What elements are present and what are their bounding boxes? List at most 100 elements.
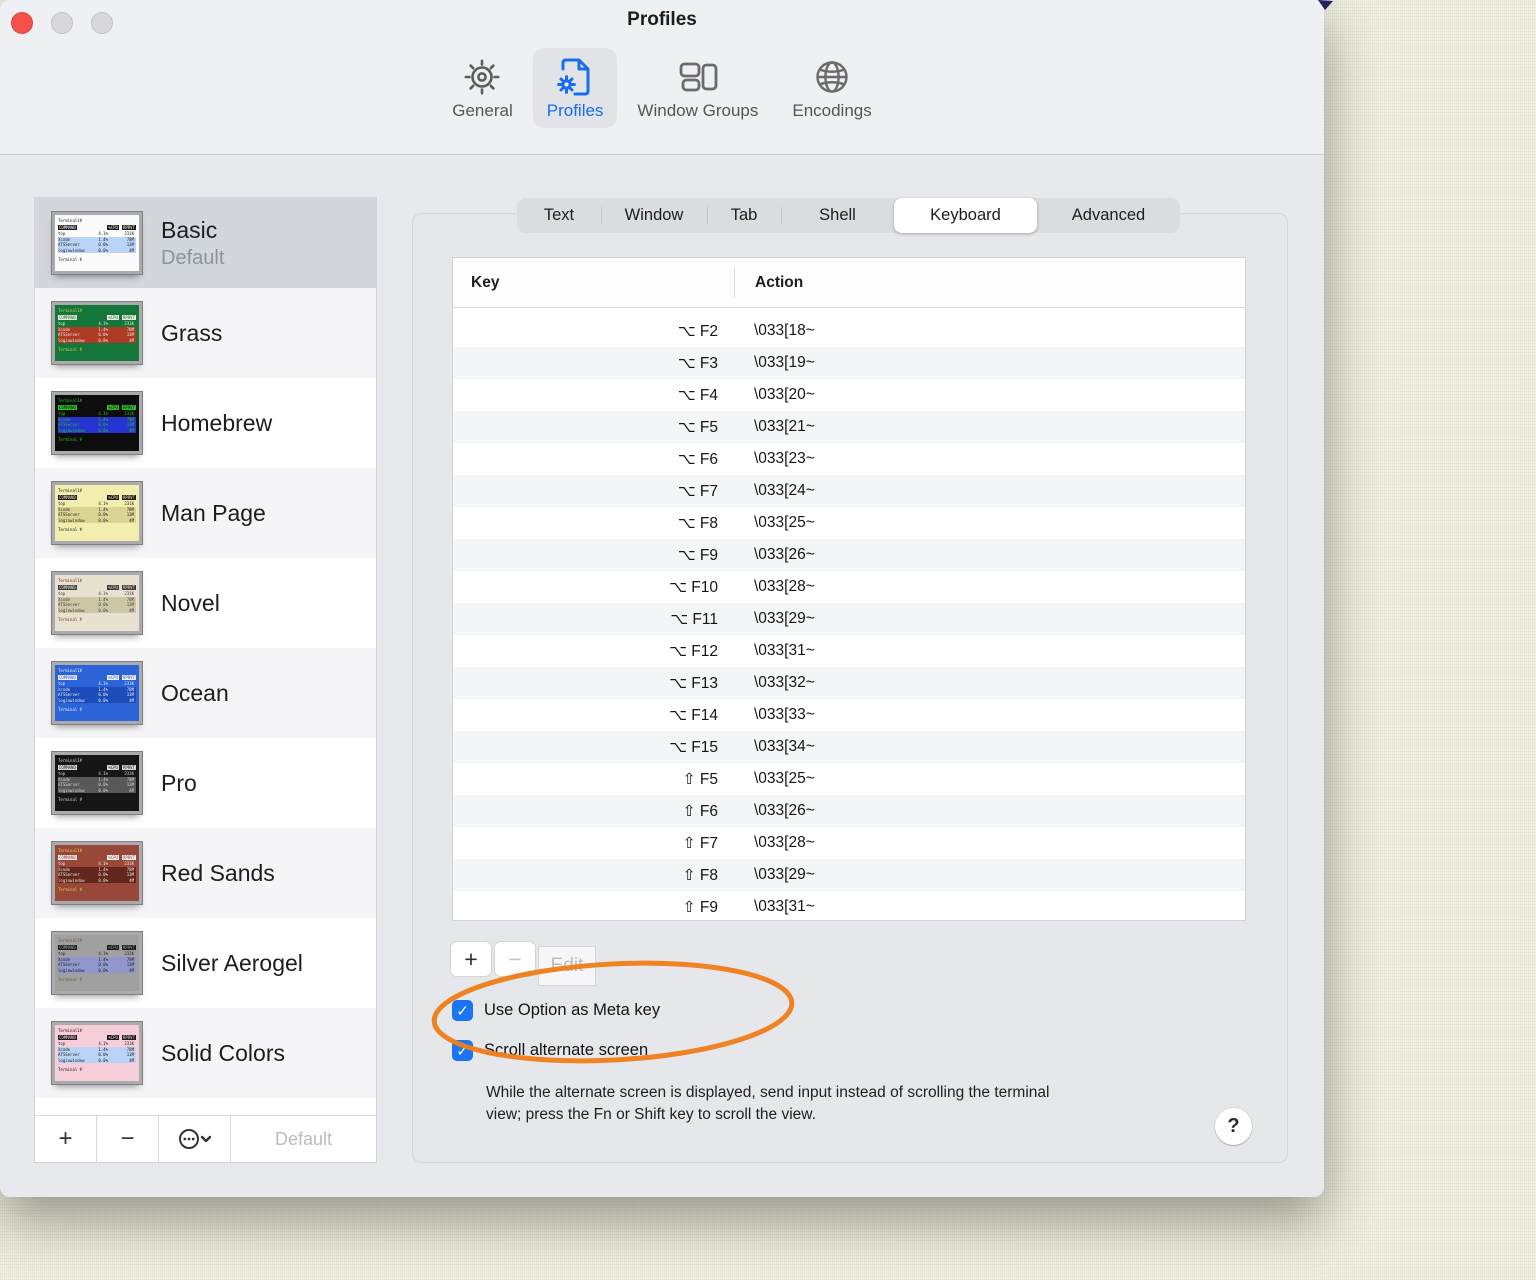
profile-row-basic[interactable]: Terminal1# COMMAND %CPU RPRVT top 4.1% 231K Xco…	[35, 198, 376, 288]
key-table-row[interactable]: ⌥ F14 \033[33~	[453, 699, 1245, 731]
key-table-row[interactable]: ⌥ F7 \033[24~	[453, 475, 1245, 507]
toolbar-item-window-groups[interactable]: Window Groups	[623, 48, 772, 128]
action-cell: \033[26~	[754, 546, 815, 563]
profile-row-red-sands[interactable]: Terminal1# COMMAND %CPU RPRVT top 4.1% 231K Xco…	[35, 828, 376, 918]
key-table-row[interactable]: ⌥ F8 \033[25~	[453, 507, 1245, 539]
key-cell: ⌥ F8	[677, 514, 718, 532]
key-cell: ⇧ F9	[682, 898, 718, 916]
key-cell: ⌥ F10	[669, 578, 718, 596]
profile-name: Solid Colors	[161, 1039, 285, 1066]
key-cell: ⌥ F5	[677, 418, 718, 436]
action-cell: \033[21~	[754, 418, 815, 435]
action-cell: \033[24~	[754, 482, 815, 499]
default-button[interactable]: Default	[231, 1116, 376, 1162]
titlebar-toolbar: Profiles General Profiles Window Groups …	[0, 0, 1324, 155]
tab-window[interactable]: Window	[601, 198, 707, 233]
action-cell: \033[25~	[754, 514, 815, 531]
toolbar-item-profiles[interactable]: Profiles	[532, 48, 618, 128]
action-cell: \033[29~	[754, 866, 815, 883]
profile-row-silver-aerogel[interactable]: Terminal1# COMMAND %CPU RPRVT top 4.1% 231K Xco…	[35, 918, 376, 1008]
profile-row-ocean[interactable]: Terminal1# COMMAND %CPU RPRVT top 4.1% 231K Xco…	[35, 648, 376, 738]
key-table-row[interactable]: ⇧ F8 \033[29~	[453, 859, 1245, 891]
profile-row-solid-colors[interactable]: Terminal1# COMMAND %CPU RPRVT top 4.1% 231K Xco…	[35, 1008, 376, 1098]
key-table-row[interactable]: ⌥ F3 \033[19~	[453, 347, 1245, 379]
toolbar: General Profiles Window Groups Encodings	[0, 48, 1324, 128]
toolbar-label-window-groups: Window Groups	[637, 101, 759, 120]
key-cell: ⌥ F7	[677, 482, 718, 500]
action-cell: \033[23~	[754, 450, 815, 467]
profile-thumbnail: Terminal1# COMMAND %CPU RPRVT top 4.1% 231K Xco…	[51, 841, 143, 905]
key-table-row[interactable]: ⌥ F12 \033[31~	[453, 635, 1245, 667]
key-table-row[interactable]: ⇧ F9 \033[31~	[453, 891, 1245, 920]
action-cell: \033[25~	[754, 770, 815, 787]
tab-bar: Text Window Tab Shell Keyboard Advanced	[517, 198, 1180, 233]
table-body: ⌥ F2 \033[18~ ⌥ F3 \033[19~ ⌥ F4 \033[20~ ⌥ F5…	[453, 308, 1245, 920]
key-table-row[interactable]: ⌥ F2 \033[18~	[453, 315, 1245, 347]
tab-text[interactable]: Text	[517, 198, 601, 233]
action-cell: \033[32~	[754, 674, 815, 691]
tab-keyboard[interactable]: Keyboard	[894, 198, 1037, 233]
window-title: Profiles	[627, 9, 697, 30]
scroll-alternate-screen-row: ✓ Scroll alternate screen	[452, 1040, 648, 1061]
add-key-button[interactable]: +	[450, 941, 492, 977]
profile-name: Red Sands	[161, 859, 275, 886]
sidebar-actions: + − Default	[35, 1115, 376, 1162]
more-options-button[interactable]	[159, 1116, 231, 1162]
profile-row-novel[interactable]: Terminal1# COMMAND %CPU RPRVT top 4.1% 231K Xco…	[35, 558, 376, 648]
key-table-row[interactable]: ⌥ F6 \033[23~	[453, 443, 1245, 475]
use-option-as-meta-checkbox[interactable]: ✓	[452, 1000, 473, 1021]
profile-subtitle: Default	[161, 246, 225, 269]
key-table-row[interactable]: ⌥ F10 \033[28~	[453, 571, 1245, 603]
profile-name: Grass	[161, 319, 223, 346]
key-table-row[interactable]: ⇧ F6 \033[26~	[453, 795, 1245, 827]
column-header-key[interactable]: Key	[453, 274, 734, 292]
remove-profile-button[interactable]: −	[97, 1116, 159, 1162]
profile-thumbnail: Terminal1# COMMAND %CPU RPRVT top 4.1% 231K Xco…	[51, 391, 143, 455]
key-cell: ⌥ F9	[677, 546, 718, 564]
toolbar-item-encodings[interactable]: Encodings	[778, 48, 885, 128]
toolbar-item-general[interactable]: General	[438, 48, 526, 128]
profile-row-pro[interactable]: Terminal1# COMMAND %CPU RPRVT top 4.1% 231K Xco…	[35, 738, 376, 828]
action-cell: \033[19~	[754, 354, 815, 371]
profile-row-homebrew[interactable]: Terminal1# COMMAND %CPU RPRVT top 4.1% 231K Xco…	[35, 378, 376, 468]
profile-row-man-page[interactable]: Terminal1# COMMAND %CPU RPRVT top 4.1% 231K Xco…	[35, 468, 376, 558]
tab-tab[interactable]: Tab	[707, 198, 781, 233]
profile-thumbnail: Terminal1# COMMAND %CPU RPRVT top 4.1% 231K Xco…	[51, 661, 143, 725]
key-table-row[interactable]: ⌥ F4 \033[20~	[453, 379, 1245, 411]
scroll-alternate-screen-checkbox[interactable]: ✓	[452, 1040, 473, 1061]
key-mapping-table: Key Action ⌥ F2 \033[18~ ⌥ F3 \033[19~ ⌥ F4 \…	[452, 257, 1246, 921]
key-cell: ⌥ F11	[670, 610, 718, 628]
profiles-document-gear-icon	[554, 56, 596, 98]
tab-advanced[interactable]: Advanced	[1037, 198, 1180, 233]
key-table-row[interactable]: ⇧ F7 \033[28~	[453, 827, 1245, 859]
preferences-window: Profiles General Profiles Window Groups …	[0, 0, 1324, 1197]
key-table-row[interactable]: ⌥ F5 \033[21~	[453, 411, 1245, 443]
column-header-action[interactable]: Action	[735, 274, 803, 292]
key-table-row[interactable]: ⌥ F13 \033[32~	[453, 667, 1245, 699]
gear-icon	[461, 56, 503, 98]
key-table-row[interactable]: ⌥ F11 \033[29~	[453, 603, 1245, 635]
profile-name: Ocean	[161, 679, 229, 706]
key-cell: ⌥ F14	[669, 706, 718, 724]
add-profile-button[interactable]: +	[35, 1116, 97, 1162]
profile-name: Pro	[161, 769, 197, 796]
use-option-as-meta-label: Use Option as Meta key	[484, 1001, 661, 1019]
help-button[interactable]: ?	[1215, 1108, 1252, 1145]
key-table-row[interactable]: ⌥ F15 \033[34~	[453, 731, 1245, 763]
key-cell: ⌥ F3	[677, 354, 718, 372]
key-table-row[interactable]: ⌥ F9 \033[26~	[453, 539, 1245, 571]
edit-key-button[interactable]: Edit	[538, 946, 596, 986]
use-option-as-meta-row: ✓ Use Option as Meta key	[452, 1000, 660, 1021]
profile-row-grass[interactable]: Terminal1# COMMAND %CPU RPRVT top 4.1% 231K Xco…	[35, 288, 376, 378]
tab-shell[interactable]: Shell	[781, 198, 894, 233]
table-row-actions: + − Edit	[450, 941, 596, 986]
remove-key-button[interactable]: −	[494, 941, 536, 977]
profile-name: Man Page	[161, 499, 266, 526]
profile-list: Terminal1# COMMAND %CPU RPRVT top 4.1% 231K Xco…	[35, 198, 376, 1115]
profile-thumbnail: Terminal1# COMMAND %CPU RPRVT top 4.1% 231K Xco…	[51, 751, 143, 815]
key-table-row[interactable]: ⇧ F5 \033[25~	[453, 763, 1245, 795]
key-cell: ⇧ F7	[682, 834, 718, 852]
action-cell: \033[29~	[754, 610, 815, 627]
profile-name: Basic Default	[161, 216, 225, 269]
action-cell: \033[31~	[754, 642, 815, 659]
